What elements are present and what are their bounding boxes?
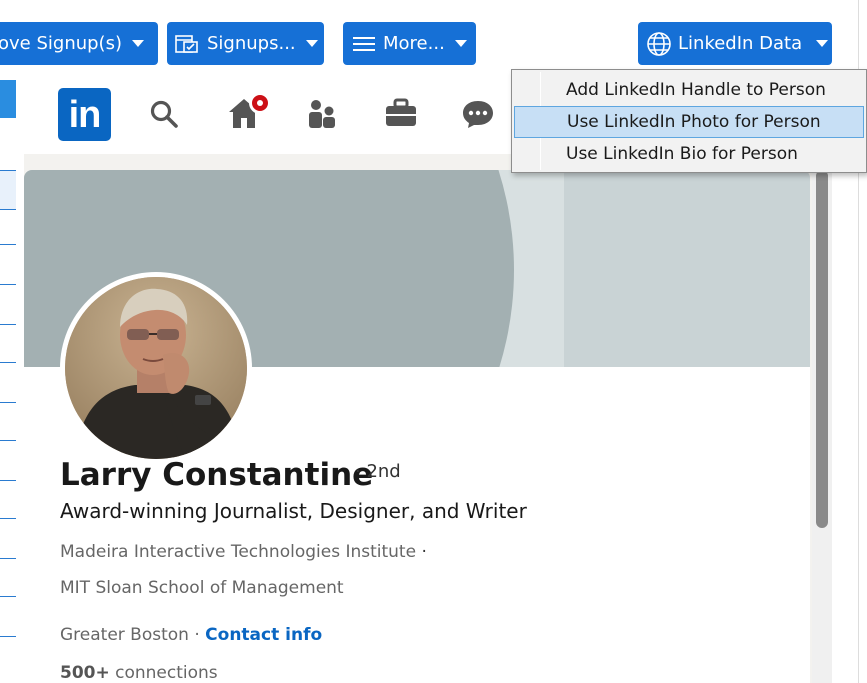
list-row[interactable] — [0, 170, 16, 210]
row-divider — [0, 440, 16, 441]
underlying-list — [0, 66, 18, 683]
scrollbar-thumb[interactable] — [816, 170, 828, 528]
menu-item-add-linkedin-handle[interactable]: Add LinkedIn Handle to Person — [514, 74, 864, 106]
search-icon[interactable] — [148, 98, 180, 130]
row-divider — [0, 284, 16, 285]
more-button[interactable]: More... — [343, 22, 476, 65]
menu-item-use-linkedin-bio[interactable]: Use LinkedIn Bio for Person — [514, 138, 864, 170]
more-label: More... — [383, 33, 445, 54]
linkedin-logo[interactable]: in — [58, 88, 111, 141]
linkedin-data-button[interactable]: LinkedIn Data — [638, 22, 832, 65]
remove-signup-button[interactable]: ove Signup(s) — [0, 22, 158, 65]
profile-headline: Award-winning Journalist, Designer, and … — [60, 499, 527, 523]
profile-photo[interactable] — [60, 272, 252, 464]
connections-number: 500+ — [60, 663, 110, 683]
row-divider — [0, 518, 16, 519]
chevron-down-icon — [305, 40, 318, 47]
signups-button[interactable]: Signups... — [167, 22, 324, 65]
row-divider — [0, 596, 16, 597]
people-icon[interactable] — [306, 98, 340, 130]
row-divider — [0, 324, 16, 325]
banner-block — [564, 170, 810, 367]
organization-2[interactable]: MIT Sloan School of Management — [60, 578, 344, 598]
row-divider — [0, 558, 16, 559]
row-divider — [0, 480, 16, 481]
chevron-down-icon — [816, 40, 829, 47]
organization-line-1: Madeira Interactive Technologies Institu… — [60, 542, 427, 562]
signups-icon — [175, 34, 198, 53]
briefcase-icon[interactable] — [384, 98, 418, 128]
location-line: Greater Boston · Contact info — [60, 625, 322, 645]
row-divider — [0, 244, 16, 245]
connections-count[interactable]: 500+ connections — [60, 663, 218, 683]
row-divider — [0, 362, 16, 363]
signups-label: Signups... — [207, 33, 296, 54]
contact-info-link[interactable]: Contact info — [205, 625, 322, 645]
chevron-down-icon — [454, 40, 467, 47]
linkedin-data-menu: Add LinkedIn Handle to Person Use Linked… — [511, 69, 867, 173]
row-divider — [0, 402, 16, 403]
chevron-down-icon — [131, 40, 144, 47]
row-divider — [0, 636, 16, 637]
hamburger-icon — [353, 36, 375, 51]
separator-dot: · — [421, 542, 427, 562]
menu-item-use-linkedin-photo[interactable]: Use LinkedIn Photo for Person — [514, 106, 864, 138]
organization-1[interactable]: Madeira Interactive Technologies Institu… — [60, 542, 416, 562]
linkedin-data-label: LinkedIn Data — [678, 33, 803, 54]
remove-signup-label: ove Signup(s) — [0, 33, 122, 54]
messaging-icon[interactable] — [460, 98, 496, 130]
notification-badge — [249, 92, 271, 114]
separator-dot: · — [188, 625, 206, 645]
connection-degree: · 2nd — [355, 461, 401, 482]
profile-name: Larry Constantine — [60, 457, 374, 493]
location: Greater Boston — [60, 625, 189, 645]
selected-row[interactable] — [0, 80, 16, 118]
globe-icon — [647, 31, 671, 56]
connections-label: connections — [109, 663, 218, 683]
